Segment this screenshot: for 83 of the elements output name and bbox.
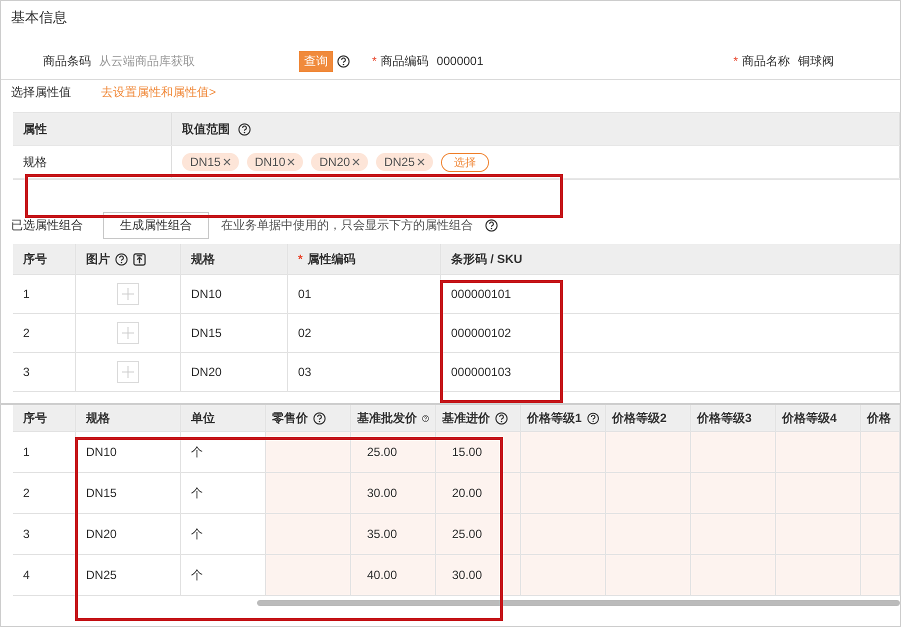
close-icon[interactable] (287, 158, 296, 166)
plus-icon (122, 327, 134, 339)
column-header: 基准进价 (442, 410, 490, 426)
help-icon[interactable] (485, 218, 498, 232)
value-tag: DN15 (182, 153, 239, 171)
column-header: 图片 (86, 250, 110, 268)
table-cell: 03 (288, 353, 441, 391)
query-button[interactable]: 查询 (299, 50, 333, 72)
field-label: 选择属性值 (11, 84, 71, 100)
column-header: 属性 (23, 120, 47, 138)
price-cell: 35.00 (351, 514, 436, 554)
table-cell: 4 (13, 555, 76, 595)
price-cell: 25.00 (351, 432, 436, 472)
table-cell: 000000101 (441, 275, 900, 313)
column-header: 价格等级1 (527, 410, 582, 426)
field-label: 商品名称 (742, 52, 790, 70)
table-cell: 1 (13, 432, 76, 472)
price-cell: 20.00 (436, 473, 521, 513)
column-header: 序号 (23, 410, 47, 426)
help-icon[interactable] (337, 54, 350, 68)
table-cell: DN15 (76, 473, 181, 513)
column-header: 序号 (23, 250, 47, 268)
price-cell: 25.00 (436, 514, 521, 554)
price-cell: 30.00 (351, 473, 436, 513)
hint-text: 在业务单据中使用的，只会显示下方的属性组合 (221, 216, 473, 234)
required-mark: * (298, 252, 303, 266)
price-cell: 30.00 (436, 555, 521, 595)
table-cell: 02 (288, 314, 441, 352)
column-header: 价格 (867, 410, 891, 426)
table-cell: DN20 (181, 353, 288, 391)
column-header: 价格等级3 (697, 410, 752, 426)
column-header: 取值范围 (182, 120, 230, 138)
table-cell: 2 (13, 473, 76, 513)
table-cell: 2 (13, 314, 76, 352)
required-mark: * (733, 54, 738, 68)
table-cell: 000000102 (441, 314, 900, 352)
column-header: 单位 (191, 410, 215, 426)
help-icon[interactable] (313, 412, 326, 424)
table-cell: 1 (13, 275, 76, 313)
table-cell: DN10 (181, 275, 288, 313)
close-icon[interactable] (222, 158, 231, 166)
column-header: 价格等级2 (612, 410, 667, 426)
table-cell: 3 (13, 514, 76, 554)
settings-link[interactable]: 去设置属性和属性值> (101, 84, 216, 100)
column-header: 条形码 / SKU (451, 250, 522, 268)
column-header: 规格 (86, 410, 110, 426)
help-icon[interactable] (495, 412, 508, 424)
section-title: 基本信息 (10, 8, 68, 27)
column-header: 属性编码 (308, 250, 356, 268)
field-value: 铜球阀 (798, 52, 834, 70)
field-label: 商品编码 (380, 52, 429, 70)
table-cell: DN15 (181, 314, 288, 352)
value-tag: DN10 (246, 153, 304, 171)
column-header: 规格 (191, 250, 215, 268)
price-cell: 40.00 (351, 555, 436, 595)
column-header: 零售价 (272, 410, 308, 426)
close-icon[interactable] (352, 158, 360, 166)
help-icon[interactable] (586, 412, 599, 424)
field-value: 0000001 (436, 54, 484, 68)
table-cell: DN10 (76, 432, 181, 472)
scrollbar[interactable] (257, 600, 900, 606)
table-cell: DN20 (76, 514, 181, 554)
table-cell: 01 (288, 275, 441, 313)
value-tag: DN25 (376, 153, 433, 171)
table-cell: DN25 (76, 555, 181, 595)
plus-icon (122, 366, 134, 378)
required-mark: * (372, 54, 377, 68)
table-cell: 规格 (13, 146, 172, 178)
value-tag: DN20 (311, 153, 368, 171)
barcode-input-field[interactable]: 从云端商品库获取 (99, 54, 289, 68)
help-icon[interactable] (238, 122, 251, 136)
field-label: 已选属性组合 (11, 216, 83, 234)
column-header: 价格等级4 (782, 410, 837, 426)
price-cell: 15.00 (436, 432, 521, 472)
plus-icon (122, 288, 134, 300)
table-cell: 3 (13, 353, 76, 391)
column-header: 基准批发价 (357, 410, 417, 426)
close-icon[interactable] (416, 158, 425, 166)
select-button[interactable]: 选择 (440, 152, 489, 172)
table-cell: 000000103 (441, 353, 900, 391)
field-label: 商品条码 (43, 52, 91, 70)
upload-icon[interactable] (133, 252, 146, 266)
help-icon[interactable] (115, 252, 128, 266)
